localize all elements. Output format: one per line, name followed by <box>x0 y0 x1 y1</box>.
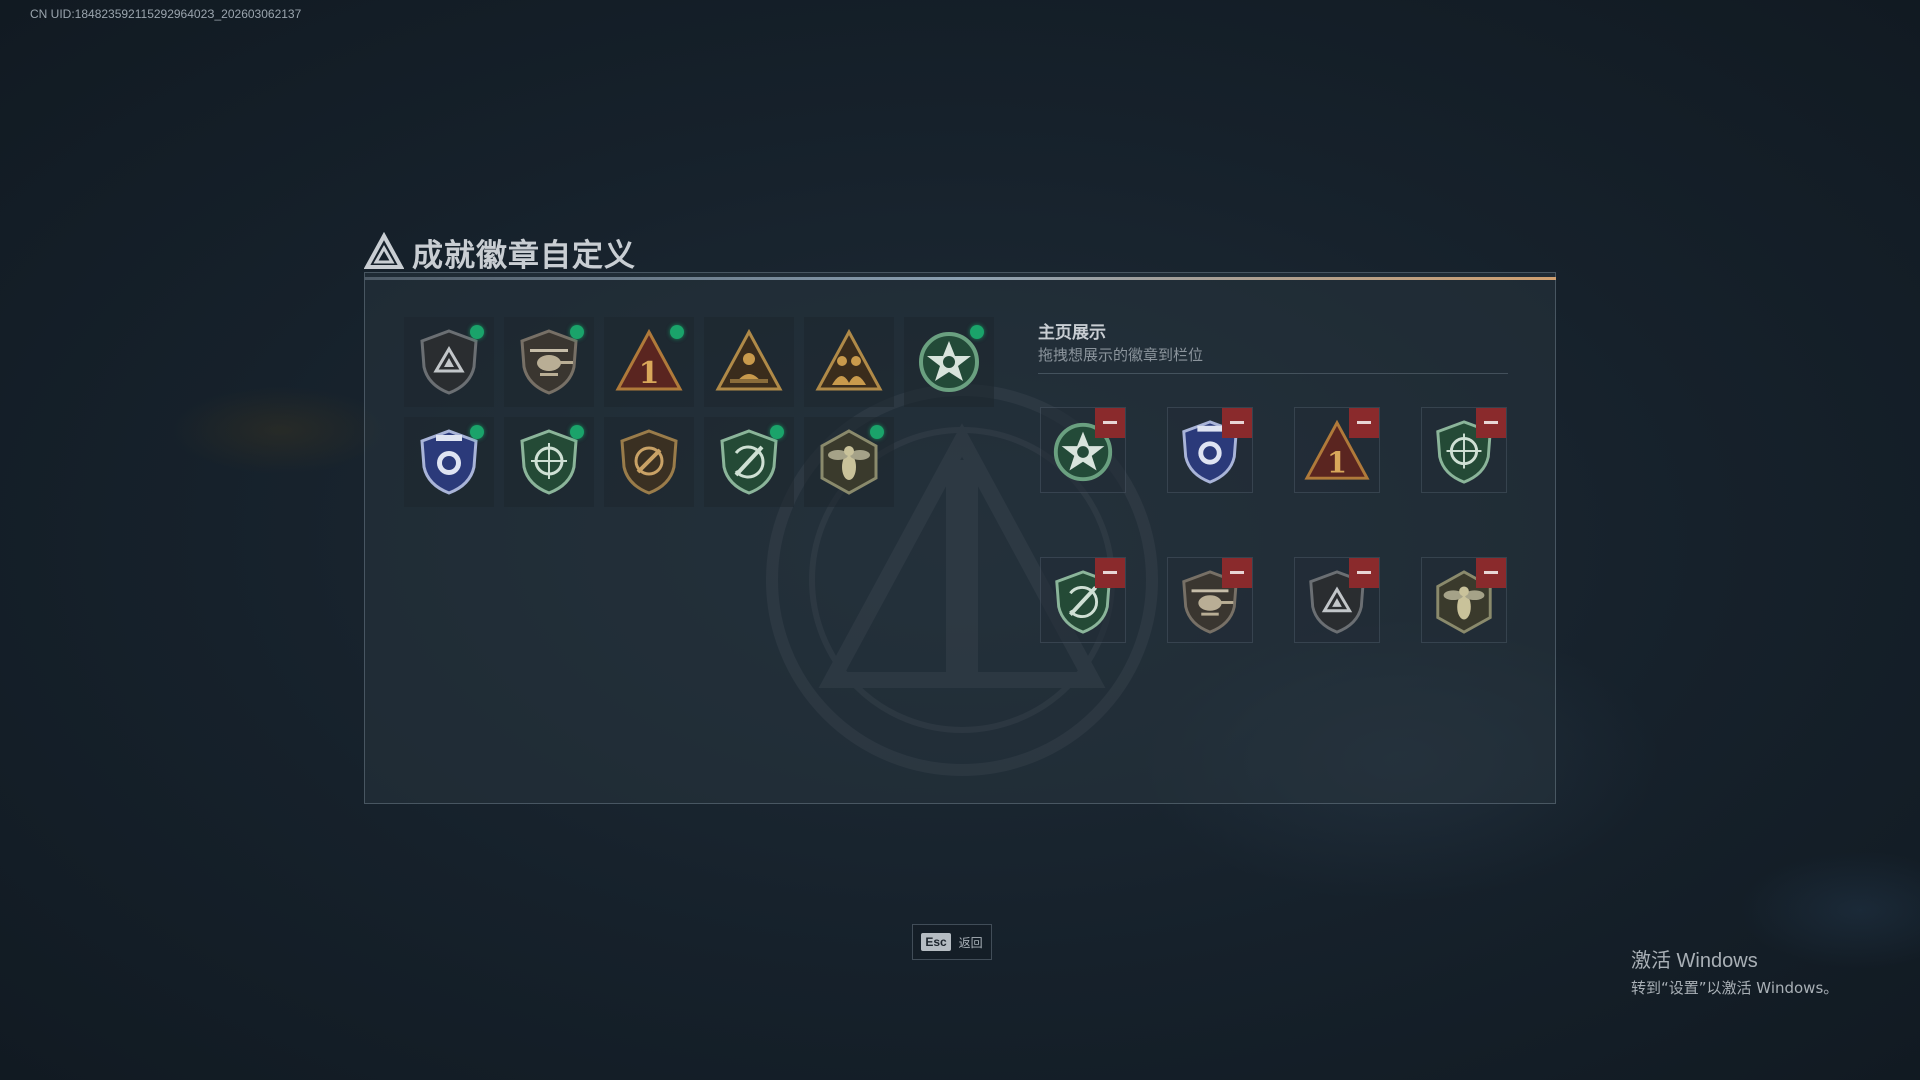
remove-badge-button[interactable] <box>1476 558 1506 588</box>
owned-badge-squad-triangle[interactable] <box>804 317 894 407</box>
remove-badge-button[interactable] <box>1349 558 1379 588</box>
svg-text:1: 1 <box>1327 445 1347 479</box>
display-slot-7[interactable] <box>1294 557 1380 643</box>
equipped-dot <box>870 425 884 439</box>
panel-accent-line <box>364 277 1556 280</box>
equipped-dot <box>570 325 584 339</box>
equipped-dot <box>770 425 784 439</box>
windows-activation-subtitle: 转到“设置”以激活 Windows。 <box>1631 979 1839 997</box>
display-title: 主页展示 <box>1038 323 1106 343</box>
owned-badge-bronze-target-shield[interactable] <box>604 417 694 507</box>
back-label: 返回 <box>958 935 983 950</box>
display-subtitle: 拖拽想展示的徽章到栏位 <box>1038 346 1204 364</box>
owned-badge-green-target-shield[interactable] <box>504 417 594 507</box>
equipped-dot <box>970 325 984 339</box>
bronze-target-shield-icon <box>620 429 678 495</box>
owned-badge-star-wreath[interactable] <box>904 317 994 407</box>
triangle-logo-icon <box>364 232 404 269</box>
remove-badge-button[interactable] <box>1095 408 1125 438</box>
display-slot-4[interactable] <box>1421 407 1507 493</box>
owned-badge-helicopter[interactable] <box>504 317 594 407</box>
equipped-dot <box>570 425 584 439</box>
owned-badge-police-badge[interactable] <box>404 417 494 507</box>
equipped-dot <box>670 325 684 339</box>
owned-badge-wasp-hexagon[interactable] <box>804 417 894 507</box>
display-slot-3[interactable]: 1 <box>1294 407 1380 493</box>
squad-triangle-icon <box>815 328 883 391</box>
display-slot-5[interactable] <box>1040 557 1126 643</box>
remove-badge-button[interactable] <box>1095 558 1125 588</box>
uid-label: CN UID:18482359211529296402З_20260306213… <box>30 7 302 21</box>
display-slot-8[interactable] <box>1421 557 1507 643</box>
remove-badge-button[interactable] <box>1222 558 1252 588</box>
owned-badge-number-one[interactable]: 1 <box>604 317 694 407</box>
windows-activation-title: 激活 Windows <box>1631 950 1758 972</box>
display-slot-6[interactable] <box>1167 557 1253 643</box>
soldier-triangle-icon <box>715 328 783 391</box>
windows-activation-notice: 激活 Windows 转到“设置”以激活 Windows。 <box>1631 944 1838 998</box>
display-slot-2[interactable] <box>1167 407 1253 493</box>
remove-badge-button[interactable] <box>1349 408 1379 438</box>
svg-text:1: 1 <box>639 356 660 391</box>
owned-badge-soldier-triangle[interactable] <box>704 317 794 407</box>
back-button[interactable]: Esc 返回 <box>912 924 992 960</box>
equipped-dot <box>470 325 484 339</box>
equipped-dot <box>470 425 484 439</box>
display-divider <box>1038 373 1508 374</box>
page-title: 成就徽章自定义 <box>412 237 636 274</box>
display-slot-1[interactable] <box>1040 407 1126 493</box>
remove-badge-button[interactable] <box>1222 408 1252 438</box>
owned-badge-shield-triangle[interactable] <box>404 317 494 407</box>
page-title-bar: 成就徽章自定义 <box>364 230 636 274</box>
esc-key-label: Esc <box>921 933 951 951</box>
owned-badge-green-sword-shield[interactable] <box>704 417 794 507</box>
remove-badge-button[interactable] <box>1476 408 1506 438</box>
